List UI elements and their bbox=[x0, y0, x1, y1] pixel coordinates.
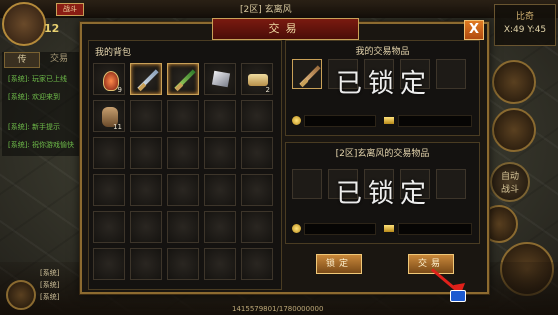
chat-tab-first[interactable]: 传 bbox=[4, 52, 40, 68]
item-count: 11 bbox=[113, 123, 122, 131]
bag-slot[interactable] bbox=[130, 174, 162, 206]
other-gold-value bbox=[305, 232, 308, 241]
bag-slot[interactable] bbox=[167, 63, 199, 95]
other-offer-panel: [2区]玄离风的交易物品 已锁定 bbox=[285, 142, 480, 244]
bag-slot[interactable] bbox=[241, 100, 273, 132]
other-ingot-value bbox=[399, 232, 402, 241]
bag-slot[interactable] bbox=[93, 211, 125, 243]
my-offer-slot-1[interactable] bbox=[292, 59, 322, 89]
coin-icon bbox=[292, 116, 301, 125]
bag-slot[interactable] bbox=[167, 137, 199, 169]
skill-button-2[interactable] bbox=[492, 108, 536, 152]
my-bag-panel: 我的背包 9 2 11 bbox=[88, 40, 282, 290]
minimap-panel[interactable]: 比奇 X:49 Y:45 bbox=[494, 4, 556, 46]
bag-slot[interactable] bbox=[204, 248, 236, 280]
item-count: 9 bbox=[117, 86, 122, 94]
scroll-icon bbox=[248, 74, 268, 86]
cursor-icon bbox=[450, 290, 466, 302]
sword-hilt-icon bbox=[137, 82, 147, 92]
bag-slot[interactable] bbox=[204, 174, 236, 206]
close-icon[interactable]: X bbox=[464, 20, 484, 40]
my-offer-title: 我的交易物品 bbox=[355, 47, 410, 57]
bag-slot[interactable] bbox=[130, 100, 162, 132]
coin-icon bbox=[292, 224, 301, 233]
bag-slot[interactable] bbox=[167, 174, 199, 206]
item-count: 2 bbox=[265, 86, 270, 94]
ore-icon bbox=[211, 70, 231, 88]
map-name: 比奇 bbox=[515, 12, 534, 22]
other-offer-money-row bbox=[292, 223, 472, 235]
bottom-chat-line: [系统] bbox=[40, 281, 60, 289]
server-banner: [2区] 玄离风 bbox=[240, 5, 292, 15]
bag-slot[interactable] bbox=[167, 211, 199, 243]
auto-battle-label: 自动 战斗 bbox=[500, 172, 519, 195]
trade-window-title: 交易 bbox=[212, 18, 359, 40]
chat-line: [系统]: 祝你游戏愉快 bbox=[8, 141, 75, 149]
auto-battle-button[interactable]: 自动 战斗 bbox=[490, 162, 530, 202]
other-offer-title: [2区]玄离风的交易物品 bbox=[335, 149, 430, 159]
bag-slot[interactable]: 11 bbox=[93, 100, 125, 132]
other-ingot-field bbox=[398, 223, 472, 235]
trade-window: 交易 X 我的背包 9 2 11 我的交易物品 已锁定 [2区]玄离风的交易物品 已… bbox=[80, 18, 489, 294]
other-offer-slot-1 bbox=[292, 169, 322, 199]
my-offer-panel: 我的交易物品 已锁定 bbox=[285, 40, 480, 136]
bag-slot[interactable] bbox=[130, 137, 162, 169]
player-level: 12 bbox=[44, 22, 60, 35]
chat-line: [系统]: 新手提示 bbox=[8, 123, 61, 131]
chat-panel: 传 交易 [系统]: 玩家已上线 [系统]: 欢迎来到 [系统]: 新手提示 [… bbox=[2, 52, 82, 156]
my-gold-field[interactable] bbox=[304, 115, 376, 127]
bag-slot[interactable] bbox=[93, 174, 125, 206]
bag-slot[interactable]: 9 bbox=[93, 63, 125, 95]
bag-slot[interactable] bbox=[241, 248, 273, 280]
sword-hilt-icon bbox=[299, 78, 309, 88]
my-offer-locked-text: 已锁定 bbox=[335, 69, 432, 99]
skill-button-1[interactable] bbox=[492, 60, 536, 104]
bag-slot[interactable] bbox=[167, 248, 199, 280]
gold-ingot-icon bbox=[384, 225, 394, 232]
battle-mode-badge[interactable]: 战斗 bbox=[56, 3, 84, 16]
bag-slot[interactable] bbox=[204, 100, 236, 132]
chat-line: [系统]: 玩家已上线 bbox=[8, 75, 68, 83]
bottom-chat-line: [系统] bbox=[40, 293, 60, 301]
bag-slot[interactable] bbox=[130, 248, 162, 280]
my-ingot-field[interactable] bbox=[398, 115, 472, 127]
my-offer-money-row bbox=[292, 115, 472, 127]
bag-slot[interactable] bbox=[241, 174, 273, 206]
bag-slot[interactable] bbox=[204, 137, 236, 169]
player-avatar[interactable] bbox=[2, 2, 46, 46]
bag-slot[interactable] bbox=[241, 137, 273, 169]
bag-slot[interactable] bbox=[93, 137, 125, 169]
bag-slot[interactable] bbox=[204, 63, 236, 95]
bottom-chat-line: [系统] bbox=[40, 269, 60, 277]
experience-readout: 1415579801/1780000000 bbox=[232, 305, 324, 313]
bag-slot[interactable] bbox=[130, 63, 162, 95]
my-gold-value bbox=[305, 124, 308, 133]
gold-ingot-icon bbox=[384, 117, 394, 124]
sword-hilt-icon bbox=[174, 82, 184, 92]
other-gold-field bbox=[304, 223, 376, 235]
bag-slot[interactable] bbox=[204, 211, 236, 243]
other-offer-locked-text: 已锁定 bbox=[335, 179, 432, 209]
bag-slot[interactable] bbox=[167, 100, 199, 132]
bag-slot[interactable] bbox=[93, 248, 125, 280]
player-coordinates: X:49 Y:45 bbox=[503, 25, 547, 35]
bag-slot[interactable] bbox=[130, 211, 162, 243]
bag-title: 我的背包 bbox=[95, 48, 132, 58]
chat-tab-trade[interactable]: 交易 bbox=[42, 52, 76, 66]
chat-line: [系统]: 欢迎来到 bbox=[8, 93, 61, 101]
menu-button[interactable] bbox=[6, 280, 36, 310]
my-ingot-value bbox=[399, 124, 402, 133]
bag-slot[interactable] bbox=[241, 211, 273, 243]
lock-button[interactable]: 锁定 bbox=[316, 254, 362, 274]
bag-slot[interactable]: 2 bbox=[241, 63, 273, 95]
